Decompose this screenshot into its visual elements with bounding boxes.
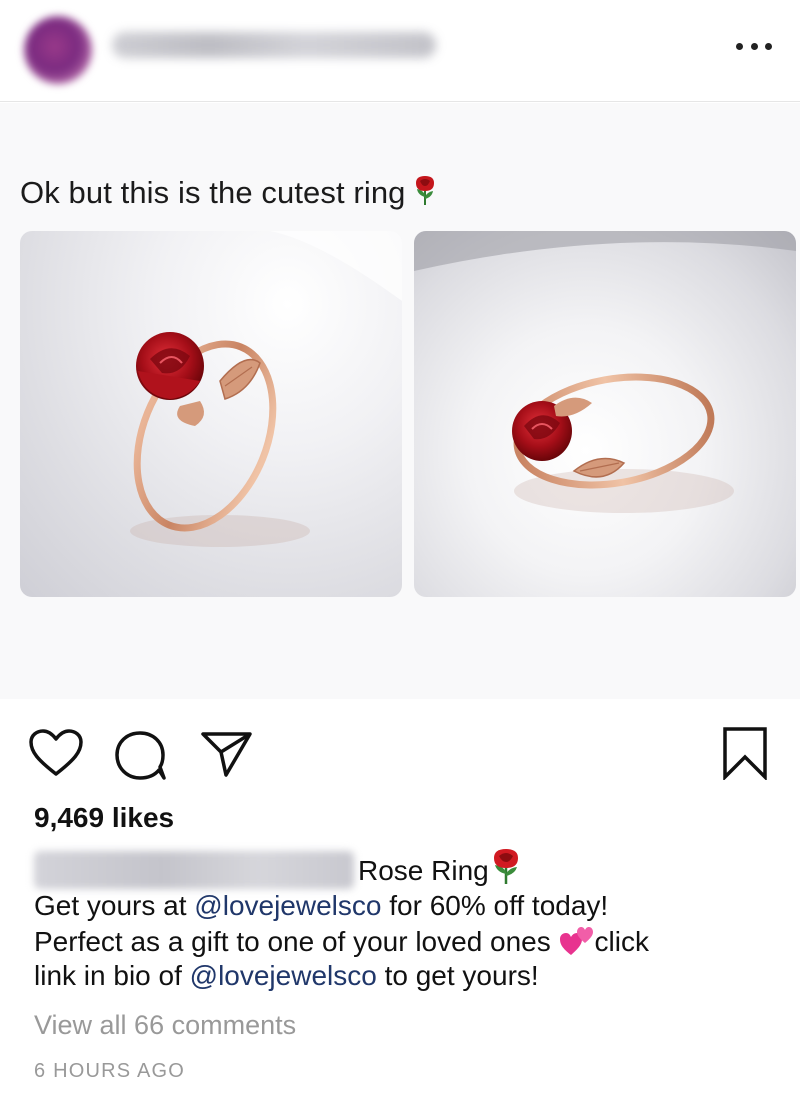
mention-link[interactable]: @lovejewelsco (194, 890, 381, 921)
comment-icon[interactable] (114, 730, 168, 782)
bookmark-icon[interactable] (720, 726, 770, 780)
rose-emoji-icon (493, 849, 518, 884)
ring-illustration-right (414, 231, 796, 513)
caption-title: Rose Ring (358, 855, 489, 886)
post-media[interactable]: Ok but this is the cutest ring (0, 103, 800, 699)
post-timestamp: 6 HOURS AGO (34, 1060, 186, 1082)
action-bar (0, 720, 800, 790)
paper-plane-icon[interactable] (200, 728, 254, 780)
post-caption: Rose Ring Get yours at @lovejewelsco for… (34, 848, 774, 993)
mention-link[interactable]: @lovejewelsco (190, 960, 377, 991)
caption-text: click (594, 926, 649, 957)
caption-line-1: Rose Ring (34, 848, 774, 889)
caption-line-3: Perfect as a gift to one of your loved o… (34, 923, 774, 959)
dot (765, 42, 772, 50)
ring-photo-left (20, 231, 402, 597)
caption-line-4: link in bio of @lovejewelsco to get your… (34, 959, 774, 993)
username-redacted[interactable] (112, 32, 436, 58)
ring-illustration-left (20, 231, 402, 547)
caption-text: link in bio of (34, 960, 190, 991)
image-caption-text: Ok but this is the cutest ring (20, 175, 406, 210)
caption-text: Perfect as a gift to one of your loved o… (34, 926, 559, 957)
hearts-emoji-icon (559, 927, 593, 955)
dot (750, 42, 758, 50)
caption-text: Get yours at (34, 890, 195, 921)
dot (736, 42, 743, 50)
caption-line-2: Get yours at @lovejewelsco for 60% off t… (34, 889, 774, 923)
ring-photo-right (414, 231, 796, 597)
image-caption: Ok but this is the cutest ring (20, 175, 438, 211)
profile-avatar[interactable] (24, 16, 92, 84)
caption-text: to get yours! (376, 960, 539, 991)
view-all-comments-link[interactable]: View all 66 comments (34, 1010, 296, 1041)
rose-emoji-icon (415, 176, 434, 205)
like-count[interactable]: 9,469 likes (34, 802, 174, 834)
caption-text: for 60% off today! (381, 890, 609, 921)
caption-username-redacted[interactable] (34, 851, 354, 889)
post-header (0, 0, 800, 102)
more-options-icon[interactable] (734, 34, 774, 58)
heart-icon[interactable] (28, 728, 84, 778)
